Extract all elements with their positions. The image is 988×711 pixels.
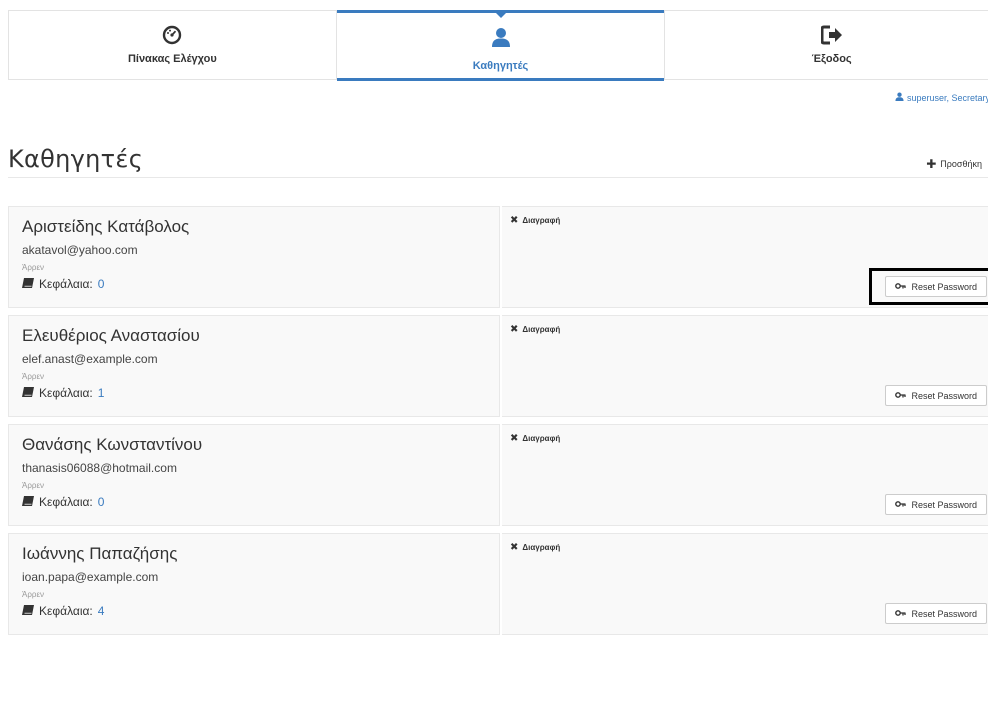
chapters-label: Κεφάλαια: xyxy=(39,604,93,618)
chapters-count-link[interactable]: 0 xyxy=(98,495,105,509)
teacher-gender: Άρρεν xyxy=(22,372,45,381)
teacher-email: akatavol@yahoo.com xyxy=(22,243,138,257)
close-icon: ✖ xyxy=(510,433,519,444)
dashboard-gauge-icon xyxy=(160,23,184,47)
key-icon xyxy=(895,391,907,401)
close-icon: ✖ xyxy=(510,215,519,226)
book-icon xyxy=(22,495,34,509)
teacher-email: thanasis06088@hotmail.com xyxy=(22,461,177,475)
delete-teacher-button[interactable]: ✖ Διαγραφή xyxy=(510,324,560,335)
book-icon xyxy=(22,277,34,291)
teacher-info: Θανάσης Κωνσταντίνου thanasis06088@hotma… xyxy=(8,424,500,526)
reset-password-button[interactable]: Reset Password xyxy=(885,494,987,515)
top-navigation: Πίνακας Ελέγχου Καθηγητές Έξοδος xyxy=(8,10,988,81)
chapters-label: Κεφάλαια: xyxy=(39,495,93,509)
delete-label: Διαγραφή xyxy=(522,543,561,552)
plus-icon: ✚ xyxy=(926,157,937,171)
teacher-chapters: Κεφάλαια: 0 xyxy=(22,495,486,509)
teacher-name: Αριστείδης Κατάβολος xyxy=(22,217,190,236)
teacher-gender: Άρρεν xyxy=(22,590,45,599)
teacher-actions: ✖ Διαγραφή Reset Password xyxy=(502,424,988,526)
chapters-label: Κεφάλαια: xyxy=(39,277,93,291)
chapters-count-link[interactable]: 4 xyxy=(98,604,105,618)
teacher-gender: Άρρεν xyxy=(22,263,45,272)
delete-teacher-button[interactable]: ✖ Διαγραφή xyxy=(510,433,560,444)
teacher-email: elef.anast@example.com xyxy=(22,352,158,366)
teacher-email: ioan.papa@example.com xyxy=(22,570,159,584)
key-icon xyxy=(895,500,907,510)
chapters-count-link[interactable]: 1 xyxy=(98,386,105,400)
teacher-info: Αριστείδης Κατάβολος akatavol@yahoo.com … xyxy=(8,206,500,308)
chapters-count-link[interactable]: 0 xyxy=(98,277,105,291)
current-user-text: superuser, Secretary xyxy=(906,92,988,103)
add-teacher-label: Προσθήκη xyxy=(940,159,982,169)
teacher-name: Ιωάννης Παπαζήσης xyxy=(22,544,178,563)
close-icon: ✖ xyxy=(510,324,519,335)
teacher-name: Θανάσης Κωνσταντίνου xyxy=(22,435,203,454)
sign-out-icon xyxy=(820,23,844,47)
teacher-card: Ιωάννης Παπαζήσης ioan.papa@example.com … xyxy=(8,533,988,635)
teacher-info: Ελευθέριος Αναστασίου elef.anast@example… xyxy=(8,315,500,417)
delete-label: Διαγραφή xyxy=(522,325,561,334)
delete-label: Διαγραφή xyxy=(522,434,561,443)
reset-password-label: Reset Password xyxy=(911,390,977,401)
teacher-card: Θανάσης Κωνσταντίνου thanasis06088@hotma… xyxy=(8,424,988,526)
teacher-actions: ✖ Διαγραφή Reset Password xyxy=(502,315,988,417)
page-title: Καθηγητές xyxy=(8,145,144,173)
user-icon xyxy=(489,25,513,49)
nav-exit-label: Έξοδος xyxy=(811,53,852,65)
title-divider xyxy=(8,177,988,178)
key-icon xyxy=(895,609,907,619)
reset-password-label: Reset Password xyxy=(911,499,977,510)
nav-teachers-label: Καθηγητές xyxy=(472,60,529,72)
teacher-actions: ✖ Διαγραφή Reset Password xyxy=(502,206,988,308)
current-user-link[interactable]: superuser, Secretary xyxy=(895,92,988,103)
book-icon xyxy=(22,604,34,618)
reset-password-button[interactable]: Reset Password xyxy=(885,385,987,406)
chapters-label: Κεφάλαια: xyxy=(39,386,93,400)
teacher-card: Αριστείδης Κατάβολος akatavol@yahoo.com … xyxy=(8,206,988,308)
reset-password-button[interactable]: Reset Password xyxy=(885,603,987,624)
add-teacher-button[interactable]: ✚ Προσθήκη xyxy=(926,157,982,171)
nav-dashboard[interactable]: Πίνακας Ελέγχου xyxy=(9,11,337,79)
teacher-chapters: Κεφάλαια: 1 xyxy=(22,386,486,400)
delete-teacher-button[interactable]: ✖ Διαγραφή xyxy=(510,542,560,553)
close-icon: ✖ xyxy=(510,542,519,553)
nav-dashboard-label: Πίνακας Ελέγχου xyxy=(127,53,217,65)
teacher-actions: ✖ Διαγραφή Reset Password xyxy=(502,533,988,635)
reset-password-label: Reset Password xyxy=(911,608,977,619)
teacher-chapters: Κεφάλαια: 4 xyxy=(22,604,486,618)
teacher-info: Ιωάννης Παπαζήσης ioan.papa@example.com … xyxy=(8,533,500,635)
delete-teacher-button[interactable]: ✖ Διαγραφή xyxy=(510,215,560,226)
teacher-chapters: Κεφάλαια: 0 xyxy=(22,277,486,291)
active-caret-icon xyxy=(494,12,507,18)
highlight-box xyxy=(869,268,988,305)
teacher-card: Ελευθέριος Αναστασίου elef.anast@example… xyxy=(8,315,988,417)
nav-exit[interactable]: Έξοδος xyxy=(664,11,988,79)
teacher-gender: Άρρεν xyxy=(22,481,45,490)
nav-teachers[interactable]: Καθηγητές xyxy=(336,10,665,81)
book-icon xyxy=(22,386,34,400)
delete-label: Διαγραφή xyxy=(522,216,561,225)
teacher-name: Ελευθέριος Αναστασίου xyxy=(22,326,200,345)
user-icon xyxy=(895,92,904,103)
